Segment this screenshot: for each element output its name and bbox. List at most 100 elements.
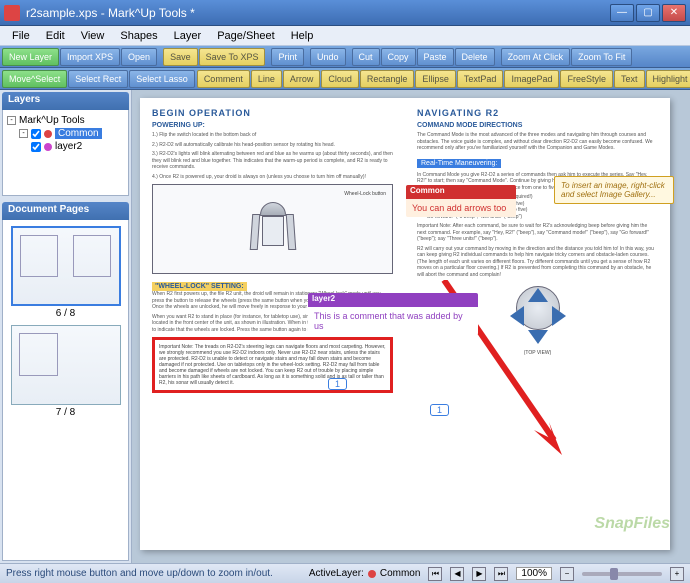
print-button[interactable]: Print (271, 48, 304, 66)
layer-visible-checkbox[interactable] (31, 129, 41, 139)
layer-visible-checkbox[interactable] (31, 142, 41, 152)
toolbar-main: New Layer Import XPS Open Save Save To X… (0, 46, 690, 68)
annotation-layer2[interactable]: This is a comment that was added by us (308, 293, 478, 335)
save-button[interactable]: Save (163, 48, 198, 66)
next-page-button[interactable]: ▶ (472, 567, 486, 581)
arrow-button[interactable]: Arrow (283, 70, 321, 88)
doc-subhead: POWERING UP: (152, 122, 393, 129)
comment-button[interactable]: Comment (197, 70, 250, 88)
tree-layer-common[interactable]: - Common (19, 127, 124, 140)
layer-label: Common (55, 128, 102, 139)
menu-file[interactable]: File (4, 28, 38, 44)
tree-root[interactable]: - Mark^Up Tools (7, 114, 124, 127)
annotation-common[interactable]: You can add arrows too (406, 185, 516, 217)
highlight-button[interactable]: Highlight (646, 70, 690, 88)
minimize-button[interactable]: — (610, 4, 634, 22)
sidebar: Layers - Mark^Up Tools - Common layer2 D… (0, 90, 132, 563)
select-lasso-button[interactable]: Select Lasso (129, 70, 195, 88)
undo-button[interactable]: Undo (310, 48, 346, 66)
cloud-button[interactable]: Cloud (321, 70, 359, 88)
app-icon (4, 5, 20, 21)
doc-text: 4.) Once R2 is powered up, your droid is… (152, 174, 393, 181)
zoom-fit-button[interactable]: Zoom To Fit (571, 48, 632, 66)
doc-illustration: Wheel-Lock button (152, 184, 393, 274)
canvas[interactable]: BEGIN OPERATION POWERING UP: 1.) Flip th… (132, 90, 690, 563)
text-button[interactable]: Text (614, 70, 645, 88)
layer-color-icon (44, 130, 52, 138)
active-layer-label: ActiveLayer: (309, 568, 364, 579)
zoom-out-button[interactable]: − (560, 567, 574, 581)
watermark: SnapFiles (594, 515, 670, 533)
layers-panel: - Mark^Up Tools - Common layer2 (2, 110, 129, 196)
active-layer-name: Common (380, 568, 421, 579)
expand-icon[interactable]: - (19, 129, 28, 138)
paste-button[interactable]: Paste (417, 48, 454, 66)
doc-text: 3.) R2-D2's lights will blink alternatin… (152, 151, 393, 171)
menu-view[interactable]: View (73, 28, 113, 44)
toolbar-shapes: Move^Select Select Rect Select Lasso Com… (0, 68, 690, 90)
page-thumb-6[interactable] (11, 226, 121, 306)
doc-heading: BEGIN OPERATION (152, 108, 393, 118)
prev-page-button[interactable]: ◀ (450, 567, 464, 581)
line-button[interactable]: Line (251, 70, 282, 88)
doc-subhead: "WHEEL-LOCK" SETTING: (152, 282, 247, 291)
menu-edit[interactable]: Edit (38, 28, 73, 44)
select-rect-button[interactable]: Select Rect (68, 70, 128, 88)
freestyle-button[interactable]: FreeStyle (560, 70, 613, 88)
doc-text: 1.) Flip the switch located in the botto… (152, 132, 393, 139)
import-xps-button[interactable]: Import XPS (60, 48, 120, 66)
close-button[interactable]: ✕ (662, 4, 686, 22)
doc-text: The Command Mode is the most advanced of… (417, 132, 658, 152)
textpad-button[interactable]: TextPad (457, 70, 504, 88)
open-button[interactable]: Open (121, 48, 157, 66)
pages-panel-header: Document Pages (2, 202, 129, 220)
status-hint: Press right mouse button and move up/dow… (6, 568, 301, 579)
save-xps-button[interactable]: Save To XPS (199, 48, 266, 66)
new-layer-button[interactable]: New Layer (2, 48, 59, 66)
delete-button[interactable]: Delete (455, 48, 495, 66)
doc-text: Important Note: After each command, be s… (417, 223, 658, 243)
first-page-button[interactable]: ⏮ (428, 567, 442, 581)
rectangle-button[interactable]: Rectangle (360, 70, 415, 88)
page-badge[interactable]: 1 (430, 404, 449, 416)
doc-subhead: Real-Time Maneuvering: (417, 159, 501, 168)
doc-heading: NAVIGATING R2 (417, 108, 658, 118)
doc-text: R2 will carry out your command by moving… (417, 246, 658, 279)
titlebar: r2sample.xps - Mark^Up Tools * — ▢ ✕ (0, 0, 690, 26)
page-thumb-label: 7 / 8 (7, 407, 124, 418)
tree-layer-layer2[interactable]: layer2 (31, 140, 124, 153)
ellipse-button[interactable]: Ellipse (415, 70, 456, 88)
menu-pagesheet[interactable]: Page/Sheet (209, 28, 283, 44)
layers-panel-header: Layers (2, 92, 129, 110)
zoom-slider[interactable] (582, 572, 662, 576)
illus-label: Wheel-Lock button (344, 191, 386, 197)
zoom-level[interactable]: 100% (516, 567, 552, 580)
annotation-body: This is a comment that was added by us (314, 311, 463, 331)
annotation-help-tip[interactable]: To insert an image, right-click and sele… (554, 176, 674, 204)
zoom-click-button[interactable]: Zoom At Click (501, 48, 571, 66)
maximize-button[interactable]: ▢ (636, 4, 660, 22)
annotation-body: You can add arrows too (412, 203, 506, 213)
expand-icon[interactable]: - (7, 116, 16, 125)
last-page-button[interactable]: ⏭ (494, 567, 508, 581)
tree-root-label: Mark^Up Tools (19, 115, 85, 126)
layer-label: layer2 (55, 141, 82, 152)
menu-layer[interactable]: Layer (166, 28, 210, 44)
menu-shapes[interactable]: Shapes (112, 28, 165, 44)
doc-note-box: Important Note: The treads on R2-D2's st… (152, 337, 393, 393)
copy-button[interactable]: Copy (381, 48, 416, 66)
window-title: r2sample.xps - Mark^Up Tools * (26, 6, 610, 20)
cut-button[interactable]: Cut (352, 48, 380, 66)
page-badge[interactable]: 1 (328, 378, 347, 390)
imagepad-button[interactable]: ImagePad (504, 70, 559, 88)
doc-subhead: COMMAND MODE DIRECTIONS (417, 122, 658, 129)
doc-text: 2.) R2-D2 will automatically calibrate h… (152, 142, 393, 149)
pages-panel: 6 / 8 7 / 8 (2, 220, 129, 561)
zoom-in-button[interactable]: + (670, 567, 684, 581)
menu-help[interactable]: Help (283, 28, 322, 44)
layer-color-icon (368, 570, 376, 578)
page-thumb-label: 6 / 8 (7, 308, 124, 319)
page-thumb-7[interactable] (11, 325, 121, 405)
move-select-button[interactable]: Move^Select (2, 70, 67, 88)
annotation-body: To insert an image, right-click and sele… (561, 181, 665, 199)
